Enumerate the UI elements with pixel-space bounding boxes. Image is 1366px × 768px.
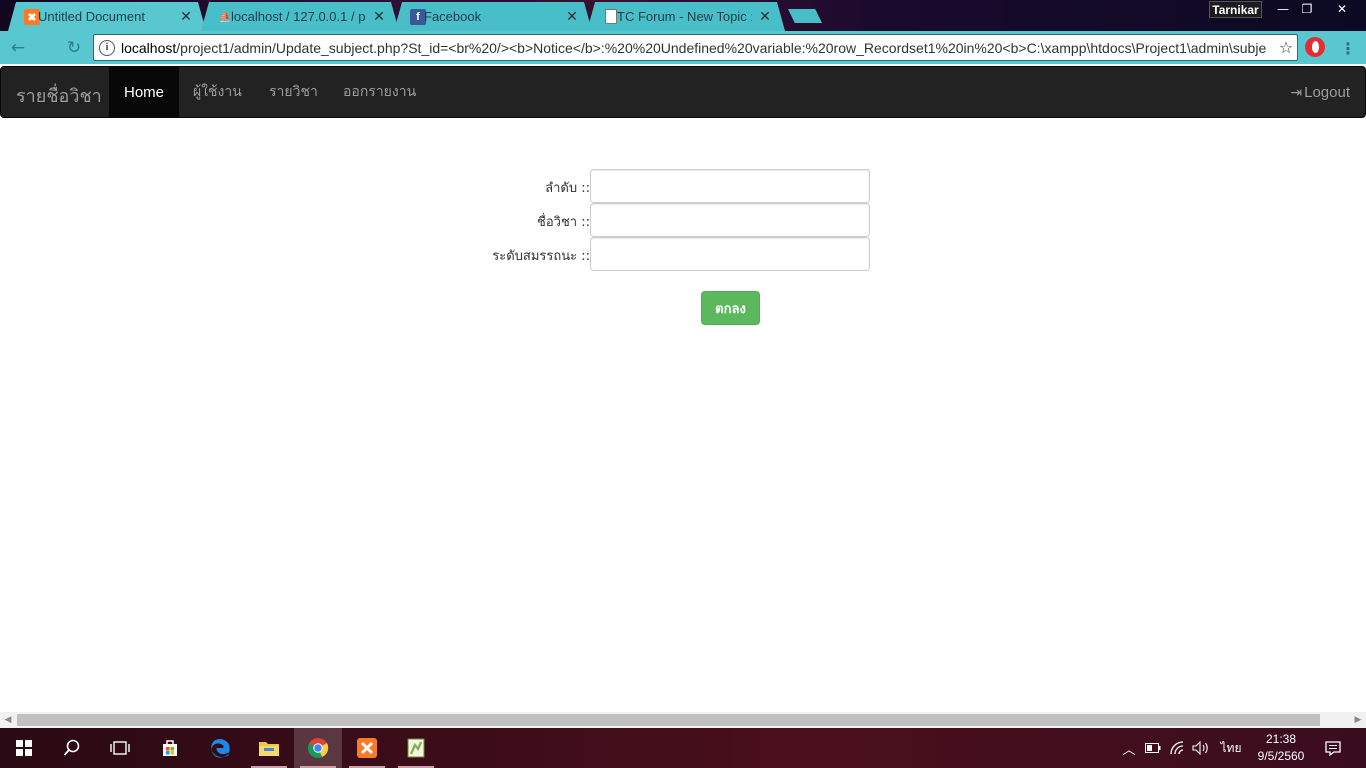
show-hidden-icons-icon[interactable]: ︿ (1118, 728, 1140, 768)
new-tab-button[interactable] (788, 9, 822, 23)
browser-toolbar: ← ↻ i localhost/project1/admin/Update_su… (0, 31, 1366, 64)
profile-button[interactable]: Tarnikar (1209, 1, 1262, 18)
windows-taskbar: ︿ ไทย 21:38 9/5/2560 (0, 728, 1366, 768)
clock[interactable]: 21:38 9/5/2560 (1248, 731, 1314, 765)
tab-phpmyadmin[interactable]: ⛵ localhost / 127.0.0.1 / pr ✕ (201, 2, 399, 31)
nav-item-users[interactable]: ผู้ใช้งาน (178, 67, 257, 117)
windows-start-icon[interactable] (0, 728, 48, 768)
navbar-brand[interactable]: รายชื่อวิชา (16, 81, 102, 110)
address-bar[interactable]: i localhost/project1/admin/Update_subjec… (93, 34, 1298, 61)
notepad-plus-icon[interactable] (392, 728, 440, 768)
url-path: /project1/admin/Update_subject.php?St_id… (176, 39, 1267, 56)
restore-icon[interactable]: ❐ (1292, 0, 1322, 18)
close-icon[interactable]: ✕ (564, 8, 580, 24)
tab-title: Facebook (424, 9, 482, 24)
language-indicator[interactable]: ไทย (1216, 728, 1246, 768)
scroll-left-icon[interactable]: ◀ (0, 712, 16, 728)
competency-input[interactable] (590, 237, 870, 271)
address-url[interactable]: localhost/project1/admin/Update_subject.… (121, 40, 1275, 56)
order-input[interactable] (590, 169, 870, 203)
chrome-icon[interactable] (294, 728, 342, 768)
close-icon[interactable]: ✕ (371, 8, 387, 24)
subject-name-input[interactable] (590, 203, 870, 237)
info-icon[interactable]: i (99, 39, 115, 56)
notifications-icon[interactable] (1320, 728, 1346, 768)
window-close-icon[interactable]: ✕ (1325, 0, 1359, 18)
bookmark-star-icon[interactable]: ☆ (1275, 38, 1297, 57)
scrollbar-thumb[interactable] (17, 714, 1320, 726)
battery-icon[interactable] (1142, 728, 1164, 768)
file-explorer-icon[interactable] (245, 728, 293, 768)
form-row-subject-name: ชื่อวิชา :: (0, 203, 1366, 237)
edge-icon[interactable] (196, 728, 244, 768)
page-icon (605, 9, 617, 24)
log-in-icon: ⇥ (1290, 83, 1303, 100)
submit-button[interactable]: ตกลง (701, 291, 760, 325)
browser-menu-icon[interactable]: ⋮ (1340, 37, 1356, 59)
close-icon[interactable]: ✕ (757, 8, 773, 24)
close-icon[interactable]: ✕ (178, 8, 194, 24)
search-icon[interactable] (48, 728, 96, 768)
logout-link[interactable]: ⇥ Logout (1290, 67, 1350, 117)
wifi-icon[interactable] (1166, 728, 1188, 768)
form-row-competency: ระดับสมรรถนะ :: (0, 237, 1366, 271)
task-view-icon[interactable] (96, 728, 144, 768)
logout-label: Logout (1304, 83, 1350, 101)
form-row-order: ลำดับ :: (0, 169, 1366, 203)
store-icon[interactable] (146, 728, 194, 768)
tab-untitled-document[interactable]: ✖ Untitled Document ✕ (8, 2, 206, 31)
reload-icon[interactable]: ↻ (63, 37, 85, 59)
clock-date: 9/5/2560 (1257, 749, 1305, 763)
back-arrow-icon[interactable]: ← (7, 37, 29, 59)
subject-name-label: ชื่อวิชา :: (537, 215, 590, 230)
volume-icon[interactable] (1190, 728, 1212, 768)
horizontal-scrollbar[interactable]: ◀ ▶ (0, 712, 1366, 728)
xampp-taskbar-icon[interactable] (343, 728, 391, 768)
browser-tab-strip: ✖ Untitled Document ✕ ⛵ localhost / 127.… (0, 0, 1366, 31)
tab-tc-forum[interactable]: TC Forum - New Topic :: ✕ (587, 2, 785, 31)
scroll-right-icon[interactable]: ▶ (1350, 712, 1366, 728)
tab-title: Untitled Document (38, 9, 145, 24)
order-label: ลำดับ :: (545, 181, 590, 196)
competency-label: ระดับสมรรถนะ :: (492, 249, 590, 264)
tab-facebook[interactable]: f Facebook ✕ (394, 2, 592, 31)
page-navbar: รายชื่อวิชา Home ผู้ใช้งาน รายวิชา ออกรา… (0, 66, 1366, 118)
nav-item-report[interactable]: ออกรายงาน (328, 67, 431, 117)
opera-extension-icon[interactable] (1305, 37, 1325, 57)
nav-item-subjects[interactable]: รายวิชา (254, 67, 333, 117)
tab-title: TC Forum - New Topic :: (617, 9, 752, 24)
tab-title: localhost / 127.0.0.1 / pr (231, 9, 366, 24)
clock-time: 21:38 (1265, 732, 1297, 746)
nav-item-home[interactable]: Home (109, 67, 180, 117)
url-host: localhost (121, 39, 177, 56)
